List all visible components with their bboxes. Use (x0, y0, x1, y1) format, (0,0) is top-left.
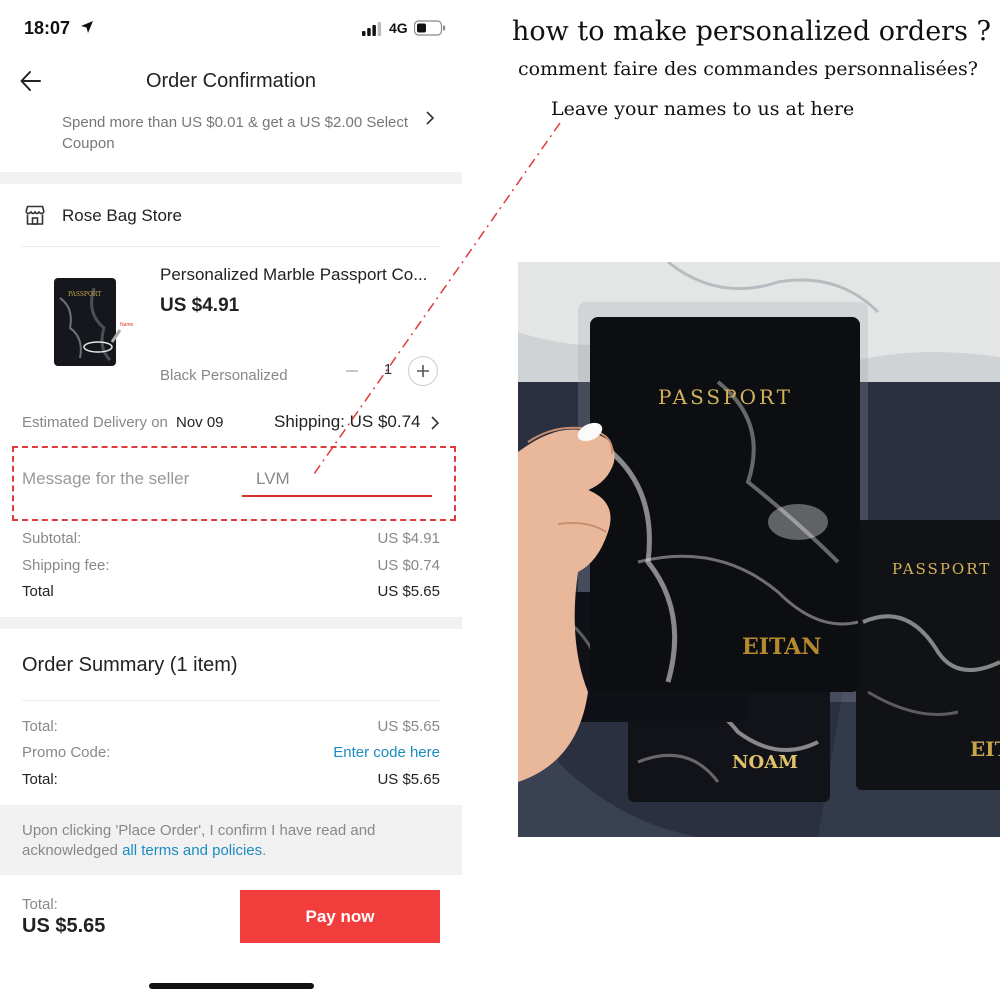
pay-now-button[interactable]: Pay now (240, 890, 440, 943)
photo-name-right: EITA (970, 737, 1000, 761)
product-price: US $4.91 (160, 295, 240, 316)
photo-cover-title: PASSPORT (658, 385, 793, 409)
subtotal-label: Subtotal: (22, 530, 82, 547)
photo-cover-title-right: PASSPORT (892, 560, 991, 578)
thumb-tag-text: Name (120, 322, 134, 328)
section-divider (0, 617, 462, 629)
footer-total-amount: US $5.65 (22, 915, 106, 937)
summary-total-value: US $5.65 (377, 718, 440, 735)
signal-bars-icon (362, 22, 382, 36)
terms-section: Upon clicking 'Place Order', I confirm I… (0, 805, 462, 875)
page-title: Order Confirmation (145, 70, 317, 92)
chevron-right-icon (431, 416, 440, 430)
quantity-decrease-button[interactable] (338, 357, 366, 385)
passport-cover-right: PASSPORT EITA (856, 520, 1000, 790)
quantity-increase-button[interactable] (408, 356, 438, 386)
summary-final-total-label: Total: (22, 771, 58, 788)
promo-code-label: Promo Code: (22, 744, 111, 761)
message-label: Message for the seller (22, 469, 190, 488)
shipping-option[interactable]: Shipping: US $0.74 (274, 412, 421, 432)
total-value: US $5.65 (377, 583, 440, 600)
section-divider (0, 172, 462, 184)
terms-end: . (262, 842, 267, 859)
plus-icon (417, 365, 429, 377)
nav-bar: Order Confirmation (0, 56, 462, 108)
instruction-heading-english: how to make personalized orders ? (512, 16, 991, 47)
phone-screen: 18:07 4G Order Confirmation Spend more t… (0, 0, 462, 1000)
summary-total-label: Total: (22, 718, 58, 735)
product-thumbnail[interactable]: PASSPORT Name (24, 268, 142, 386)
product-photo: NOAM PASSPORT EITA PASSPORT EITAN (518, 262, 1000, 837)
location-arrow-icon (81, 21, 93, 33)
minus-icon (346, 370, 358, 372)
passport-cover-eitan: PASSPORT EITAN (590, 317, 860, 692)
network-type: 4G (389, 20, 408, 36)
back-arrow-icon[interactable] (18, 68, 44, 94)
delivery-date: Nov 09 (176, 414, 224, 431)
delivery-label: Estimated Delivery on (22, 414, 168, 431)
instruction-heading-french: comment faire des commandes personnalisé… (518, 58, 978, 80)
home-indicator[interactable] (149, 983, 314, 989)
status-bar: 18:07 4G (0, 0, 462, 56)
terms-policies-link[interactable]: all terms and policies (122, 842, 262, 859)
quantity-value: 1 (383, 361, 393, 378)
shipping-fee-label: Shipping fee: (22, 557, 110, 574)
enter-promo-code-link[interactable]: Enter code here (333, 744, 440, 761)
message-for-seller-input[interactable] (242, 463, 432, 497)
total-label: Total (22, 583, 54, 600)
chevron-right-icon (426, 111, 435, 125)
order-summary-title: Order Summary (1 item) (22, 654, 238, 676)
subtotal-value: US $4.91 (377, 530, 440, 547)
photo-name-eitan: EITAN (742, 634, 821, 660)
shipping-fee-value: US $0.74 (377, 557, 440, 574)
instruction-note: Leave your names to us at here (551, 98, 855, 120)
photo-name-noam: NOAM (732, 752, 798, 773)
product-title[interactable]: Personalized Marble Passport Co... (160, 265, 450, 285)
store-row[interactable]: Rose Bag Store (0, 190, 462, 246)
summary-final-total-value: US $5.65 (377, 771, 440, 788)
product-variant[interactable]: Black Personalized (160, 367, 288, 384)
coupon-row[interactable]: Spend more than US $0.01 & get a US $2.0… (0, 108, 462, 172)
store-name: Rose Bag Store (62, 206, 183, 225)
thumb-cover-text: PASSPORT (68, 291, 101, 298)
store-icon (25, 205, 45, 225)
battery-icon (414, 20, 446, 36)
footer-total-label: Total: (22, 896, 58, 913)
divider (22, 700, 440, 701)
coupon-text: Spend more than US $0.01 & get a US $2.0… (62, 114, 409, 152)
divider (22, 246, 440, 247)
status-time: 18:07 (24, 18, 71, 38)
terms-text: Upon clicking 'Place Order', I confirm I… (22, 821, 422, 861)
